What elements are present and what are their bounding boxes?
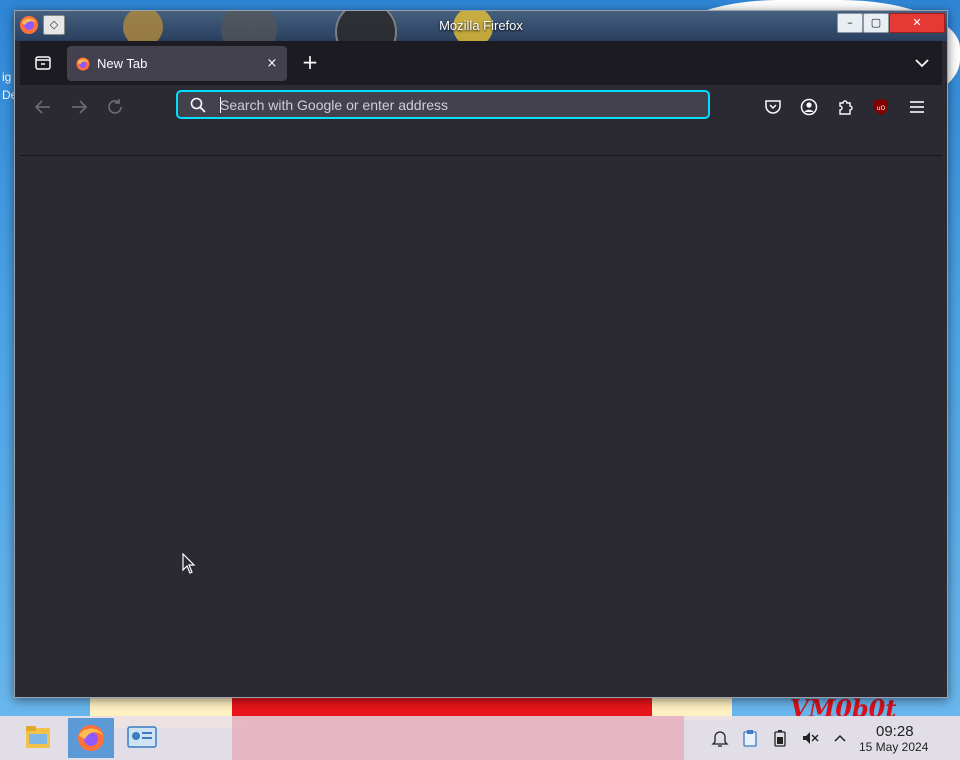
- tab-strip: New Tab × +: [20, 41, 942, 85]
- firefox-view-icon[interactable]: [30, 50, 56, 76]
- url-input[interactable]: [220, 92, 690, 117]
- firefox-icon: [76, 57, 90, 71]
- text-caret: [220, 97, 221, 113]
- menu-icon[interactable]: [906, 96, 928, 118]
- system-settings-icon[interactable]: [122, 718, 162, 758]
- tab-new-tab[interactable]: New Tab ×: [67, 46, 287, 81]
- firefox-icon: [78, 725, 104, 751]
- tab-label: New Tab: [97, 56, 148, 71]
- search-icon: [190, 97, 206, 113]
- maximize-button[interactable]: ▢: [863, 13, 889, 33]
- close-tab-icon[interactable]: ×: [263, 55, 281, 73]
- list-all-tabs-icon[interactable]: [910, 51, 934, 75]
- mouse-cursor-icon: [182, 553, 196, 574]
- minimize-button[interactable]: –: [837, 13, 863, 33]
- page-content[interactable]: [20, 156, 942, 692]
- address-bar[interactable]: [176, 90, 710, 119]
- tray-expand-icon[interactable]: [830, 728, 850, 748]
- notifications-icon[interactable]: [710, 728, 730, 748]
- window-title: Mozilla Firefox: [439, 18, 523, 33]
- taskbar-firefox-button[interactable]: [68, 718, 114, 758]
- battery-icon[interactable]: [770, 728, 790, 748]
- taskbar-task-area: [232, 716, 684, 760]
- close-window-button[interactable]: ✕: [889, 13, 945, 33]
- svg-text:uO: uO: [877, 105, 886, 112]
- window-titlebar[interactable]: ◇ Mozilla Firefox – ▢ ✕: [15, 11, 947, 41]
- clock-date[interactable]: 15 May 2024: [859, 740, 928, 754]
- reload-icon[interactable]: [104, 96, 126, 118]
- taskbar: [0, 716, 960, 760]
- firefox-window: ◇ Mozilla Firefox – ▢ ✕ New Tab × + Sear…: [14, 10, 948, 698]
- desktop-icon-label: ig: [2, 70, 12, 84]
- clock-time[interactable]: 09:28: [876, 723, 914, 740]
- pocket-icon[interactable]: [762, 96, 784, 118]
- new-tab-button[interactable]: +: [298, 51, 322, 75]
- forward-icon[interactable]: [68, 96, 90, 118]
- back-icon[interactable]: [32, 96, 54, 118]
- navigation-toolbar: uO: [20, 85, 942, 127]
- toolbar-strip: [20, 127, 942, 156]
- extensions-icon[interactable]: [834, 96, 856, 118]
- file-manager-icon[interactable]: [18, 718, 58, 758]
- ublock-icon[interactable]: uO: [870, 96, 892, 118]
- volume-muted-icon[interactable]: [800, 728, 820, 748]
- account-icon[interactable]: [798, 96, 820, 118]
- clipboard-icon[interactable]: [740, 728, 760, 748]
